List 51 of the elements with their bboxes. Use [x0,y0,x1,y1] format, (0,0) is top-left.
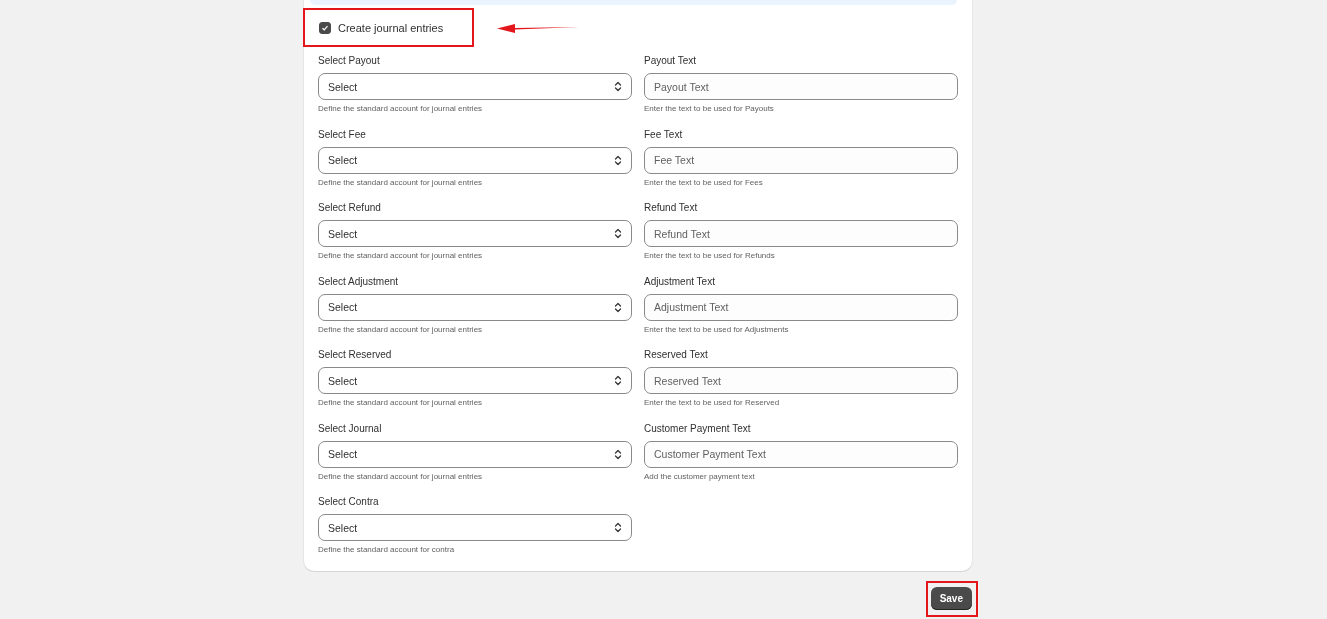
help-text: Define the standard account for journal entries [318,103,484,114]
text-input[interactable]: Payout Text [644,73,958,100]
chevron-up-down-icon [614,228,622,239]
chevron-up-down-icon [614,301,622,313]
checkbox[interactable] [319,22,331,34]
field-label: Fee Text [644,127,684,142]
help-text: Enter the text to be used for Adjustments [644,323,790,335]
select-dropdown[interactable]: Select [318,367,632,394]
help-text: Define the standard account for journal entries [318,397,484,408]
field-label: Payout Text [644,54,698,68]
help-text: Add the customer payment text [644,470,756,482]
annotation-box [925,580,978,617]
help-text: Enter the text to be used for Refunds [644,250,776,261]
field-label: Select Payout [318,54,381,68]
chevron-up-down-icon [614,522,622,533]
field-label: Reserved Text [644,348,709,362]
text-input[interactable]: Adjustment Text [644,293,958,321]
select-dropdown[interactable]: Select [318,440,632,468]
help-text: Define the standard account for journal entries [318,176,484,188]
help-text: Enter the text to be used for Payouts [644,103,775,114]
help-text: Enter the text to be used for Reserved [644,397,781,408]
text-input[interactable]: Fee Text [644,146,958,174]
field-label: Select Journal [318,421,383,436]
field-label: Select Refund [318,201,382,215]
text-input[interactable]: Customer Payment Text [644,440,958,468]
chevron-up-down-icon [614,81,622,92]
select-dropdown[interactable]: Select [318,514,632,541]
select-dropdown[interactable]: Select [318,146,632,174]
chevron-up-down-icon [614,154,622,166]
select-dropdown[interactable]: Select [318,220,632,247]
help-text: Enter the text to be used for Fees [644,176,764,188]
help-text: Define the standard account for journal entries [318,250,484,261]
help-text: Define the standard account for contra [318,544,456,555]
select-dropdown[interactable]: Select [318,73,632,100]
help-text: Define the standard account for journal entries [318,470,484,482]
field-label: Select Fee [318,127,367,142]
check-icon [321,24,329,32]
select-dropdown[interactable]: Select [318,293,632,321]
field-label: Customer Payment Text [644,421,752,436]
field-label: Select Reserved [318,348,393,362]
checkbox-label: Create journal entries [338,22,444,34]
help-text: Define the standard account for journal entries [318,323,484,335]
field-label: Select Adjustment [318,274,400,289]
field-label: Refund Text [644,201,699,215]
chevron-up-down-icon [614,448,622,460]
chevron-up-down-icon [614,375,622,386]
save-button[interactable]: Save [930,586,972,610]
field-label: Adjustment Text [644,274,716,289]
field-label: Select Contra [318,495,380,509]
text-input[interactable]: Refund Text [644,220,958,247]
text-input[interactable]: Reserved Text [644,367,958,394]
